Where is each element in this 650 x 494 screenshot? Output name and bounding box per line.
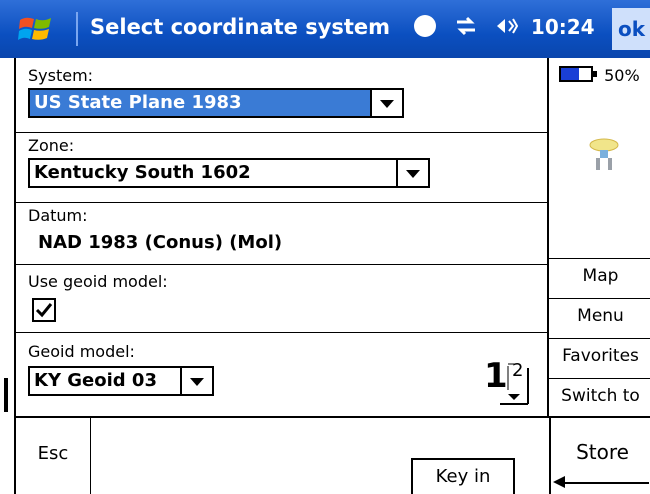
window-title: Select coordinate system [90,15,391,39]
left-edge-marker [4,378,8,412]
switch-to-button[interactable]: Switch to [549,378,650,413]
datum-label: Datum: [28,206,88,225]
esc-button[interactable]: Esc [16,418,91,494]
menu-button[interactable]: Menu [549,298,650,333]
geoid-model-label: Geoid model: [28,342,135,361]
system-value: US State Plane 1983 [34,92,242,113]
side-panel: 50% Map Menu Favorites Switch to [547,58,650,416]
checkmark-icon [35,303,53,318]
map-button[interactable]: Map [549,258,650,293]
volume-icon[interactable] [496,16,519,36]
zone-select[interactable]: Kentucky South 1602 [28,158,430,188]
system-select[interactable]: US State Plane 1983 [28,88,404,118]
gnss-receiver-icon [587,136,621,176]
zone-label: Zone: [28,136,75,155]
system-label: System: [28,66,94,85]
divider [16,332,548,333]
divider [16,132,548,133]
left-edge [0,58,14,492]
divider [16,264,548,265]
chevron-down-icon[interactable] [396,160,428,186]
clock[interactable]: 10:24 [531,15,595,39]
battery-percent: 50% [604,66,640,85]
use-geoid-checkbox[interactable] [32,298,56,322]
sync-icon[interactable] [414,15,436,37]
connectivity-icon[interactable] [455,16,477,36]
coordinate-form: System: US State Plane 1983 Zone: Kentuc… [14,58,549,416]
page-indicator-frame [500,363,529,405]
datum-value: NAD 1983 (Conus) (Mol) [38,232,283,253]
key-in-button[interactable]: Key in [411,458,515,494]
bottom-bar: Esc Key in Store [14,416,650,494]
battery-indicator[interactable]: 50% [559,66,640,85]
geoid-use-label: Use geoid model: [28,272,168,291]
zone-value: Kentucky South 1602 [34,162,251,183]
chevron-down-icon[interactable] [370,90,402,116]
store-button[interactable]: Store [549,418,650,494]
ok-button[interactable]: ok [612,8,650,50]
divider [16,202,548,203]
chevron-down-icon[interactable] [180,368,212,394]
status-area: 10:24 [414,15,595,39]
title-separator [76,12,78,46]
favorites-button[interactable]: Favorites [549,338,650,373]
windows-flag-icon[interactable] [18,14,54,44]
page-indicator[interactable]: 1 2 [480,356,534,408]
geoid-model-value: KY Geoid 03 [34,370,157,391]
title-bar: Select coordinate system 10:24 ok [0,0,650,58]
geoid-model-select[interactable]: KY Geoid 03 [28,366,214,396]
battery-icon [559,66,597,82]
